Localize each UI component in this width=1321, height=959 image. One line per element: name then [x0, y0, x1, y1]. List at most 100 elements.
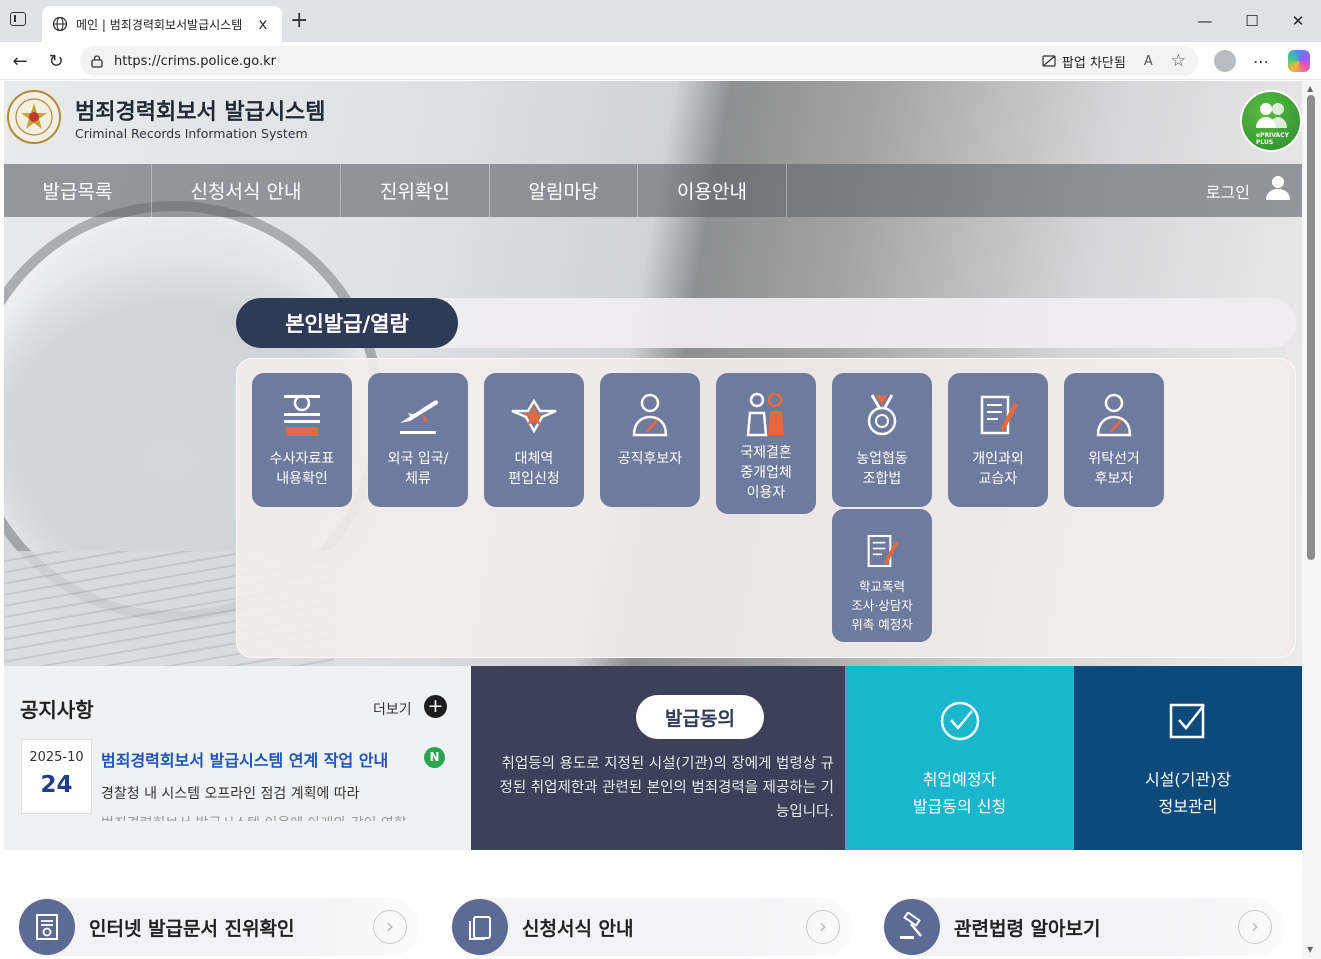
chevron-right-icon[interactable]: › — [373, 910, 407, 944]
person-pen-icon — [632, 393, 668, 437]
notice-headline-link[interactable]: 범죄경력회보서 발급시스템 연계 작업 안내 — [101, 747, 388, 771]
back-icon[interactable]: ← — [9, 50, 31, 72]
notice-summary-cut: 범죄경력회보서 발급시스템 이용에 아래와 같이 영향 — [101, 813, 451, 821]
site-header: 범죄경력회보서 발급시스템 Criminal Records Informati… — [4, 81, 1302, 164]
page-content: 범죄경력회보서 발급시스템 Criminal Records Informati… — [4, 81, 1302, 959]
consent-description: 취업등의 용도로 지정된 시설(기관)의 장에게 법령상 규정된 취업제한과 관… — [499, 756, 834, 820]
new-tab-button[interactable]: + — [290, 8, 308, 33]
browser-tab[interactable]: 메인 | 범죄경력회보서발급시스템 x — [42, 6, 282, 42]
popup-blocked-label: 팝업 차단됨 — [1061, 55, 1126, 71]
notice-section: 공지사항 더보기 + 2025-10 24 범죄경력회보서 발급시스템 연계 작… — [4, 666, 471, 850]
service-international-marriage[interactable]: 국제결혼 중개업체 이용자 — [716, 373, 816, 514]
tab-close-button[interactable]: x — [254, 15, 272, 33]
close-window-button[interactable]: ✕ — [1283, 8, 1313, 34]
profile-button[interactable] — [1213, 50, 1237, 72]
document-lines-icon — [284, 394, 320, 436]
notice-more-link[interactable]: 더보기 — [373, 699, 412, 719]
popup-blocked-icon — [1042, 55, 1056, 67]
couple-icon — [746, 392, 784, 437]
site-title[interactable]: 범죄경력회보서 발급시스템 — [75, 94, 326, 126]
quick-link-form-guide[interactable]: 신청서식 안내 › — [452, 898, 852, 956]
eprivacy-badge[interactable]: ePRIVACY PLUS — [1240, 90, 1302, 152]
person-pen-icon — [1096, 393, 1132, 437]
scrollbar-thumb[interactable] — [1307, 95, 1315, 560]
document-pen-icon — [980, 395, 1018, 435]
page-scrollbar[interactable]: ▲ ▼ — [1302, 81, 1321, 959]
settings-more-icon[interactable]: ⋯ — [1249, 50, 1273, 72]
globe-icon — [52, 16, 68, 32]
service-label: 위탁선거 후보자 — [1088, 451, 1140, 487]
login-link[interactable]: 로그인 — [1206, 179, 1250, 203]
quick-link-laws[interactable]: 관련법령 알아보기 › — [884, 898, 1284, 956]
nav-item-notice[interactable]: 알림마당 — [490, 164, 638, 217]
quick-link-label: 인터넷 발급문서 진위확인 — [89, 917, 295, 940]
facility-manage-label: 시설(기관)장 정보관리 — [1144, 770, 1232, 816]
service-label: 수사자료표 내용확인 — [269, 451, 335, 487]
service-private-tutor[interactable]: 개인과외 교습자 — [948, 373, 1048, 507]
people-icon — [1256, 103, 1287, 128]
service-label: 개인과외 교습자 — [972, 451, 1024, 487]
quick-link-verify-document[interactable]: 인터넷 발급문서 진위확인 › — [19, 898, 419, 956]
service-label: 공직후보자 — [617, 451, 683, 467]
gavel-icon — [884, 899, 940, 955]
check-circle-icon — [940, 701, 979, 741]
address-bar: ← ↻ https://crims.police.go.kr 팝업 차단됨 A … — [0, 42, 1321, 80]
service-alternative-service[interactable]: 대체역 편입신청 — [484, 373, 584, 507]
eprivacy-label: ePRIVACY PLUS — [1256, 132, 1289, 146]
scroll-up-icon[interactable]: ▲ — [1307, 84, 1313, 93]
facility-manage-tile[interactable]: 시설(기관)장 정보관리 — [1074, 666, 1302, 850]
notice-date-month: 2025-10 — [29, 750, 84, 765]
notice-date: 2025-10 24 — [21, 739, 92, 814]
service-public-candidate[interactable]: 공직후보자 — [600, 373, 700, 507]
profile-avatar-icon — [1214, 50, 1236, 72]
popup-blocked-indicator[interactable]: 팝업 차단됨 — [1042, 52, 1126, 71]
quick-link-label: 관련법령 알아보기 — [954, 917, 1101, 940]
site-subtitle: Criminal Records Information System — [75, 126, 308, 141]
service-label: 학교폭력 조사·상담자 위촉 예정자 — [851, 579, 913, 632]
chevron-right-icon[interactable]: › — [806, 910, 840, 944]
nav-item-verify[interactable]: 진위확인 — [341, 164, 490, 217]
nav-item-usage[interactable]: 이용안내 — [638, 164, 787, 217]
self-issue-button[interactable]: 본인발급/열람 — [236, 298, 458, 348]
service-label: 외국 입국/ 체류 — [387, 451, 449, 487]
notice-title: 공지사항 — [20, 698, 94, 722]
police-emblem-logo[interactable] — [6, 89, 62, 145]
nav-item-issue-list[interactable]: 발급목록 — [4, 164, 152, 217]
service-label: 대체역 편입신청 — [508, 451, 560, 487]
service-entrusted-election[interactable]: 위탁선거 후보자 — [1064, 373, 1164, 507]
plus-icon[interactable]: + — [424, 695, 447, 718]
consent-section: 발급동의 취업등의 용도로 지정된 시설(기관)의 장에게 법령상 규정된 취업… — [471, 666, 846, 850]
consent-apply-label: 취업예정자 발급동의 신청 — [912, 770, 1007, 816]
notice-summary[interactable]: 경찰청 내 시스템 오프라인 점검 계획에 따라 — [101, 783, 360, 803]
consent-title: 발급동의 — [636, 695, 764, 739]
scroll-down-icon[interactable]: ▼ — [1307, 945, 1313, 954]
copilot-button[interactable] — [1287, 50, 1311, 72]
tab-actions-icon[interactable] — [10, 12, 26, 26]
browser-titlebar: 메인 | 범죄경력회보서발급시스템 x + — ☐ ✕ — [0, 0, 1321, 42]
files-icon — [452, 899, 508, 955]
user-icon[interactable] — [1264, 174, 1292, 202]
certificate-icon — [19, 899, 75, 955]
favorite-star-icon[interactable]: ☆ — [1171, 51, 1186, 71]
copilot-icon — [1288, 50, 1310, 72]
chevron-right-icon[interactable]: › — [1238, 910, 1272, 944]
service-agricultural-coop[interactable]: 농업협동 조합법 — [832, 373, 932, 507]
quick-link-label: 신청서식 안내 — [522, 917, 634, 940]
service-label: 국제결혼 중개업체 이용자 — [740, 445, 792, 501]
tab-title: 메인 | 범죄경력회보서발급시스템 — [76, 17, 243, 32]
refresh-icon[interactable]: ↻ — [45, 50, 67, 72]
minimize-button[interactable]: — — [1190, 8, 1220, 34]
service-foreign-entry[interactable]: 외국 입국/ 체류 — [368, 373, 468, 507]
new-badge: N — [424, 747, 445, 768]
url-field[interactable]: https://crims.police.go.kr 팝업 차단됨 A ☆ — [80, 46, 1198, 76]
check-box-icon — [1169, 703, 1205, 739]
consent-apply-tile[interactable]: 취업예정자 발급동의 신청 — [845, 666, 1074, 850]
service-school-violence[interactable]: 학교폭력 조사·상담자 위촉 예정자 — [832, 509, 932, 642]
read-aloud-icon[interactable]: A — [1144, 54, 1153, 69]
medal-icon — [867, 394, 897, 436]
document-pen-icon — [867, 534, 899, 568]
lock-icon — [91, 55, 103, 68]
service-investigation-record[interactable]: 수사자료표 내용확인 — [252, 373, 352, 507]
nav-item-form-guide[interactable]: 신청서식 안내 — [152, 164, 341, 217]
maximize-button[interactable]: ☐ — [1237, 8, 1267, 34]
